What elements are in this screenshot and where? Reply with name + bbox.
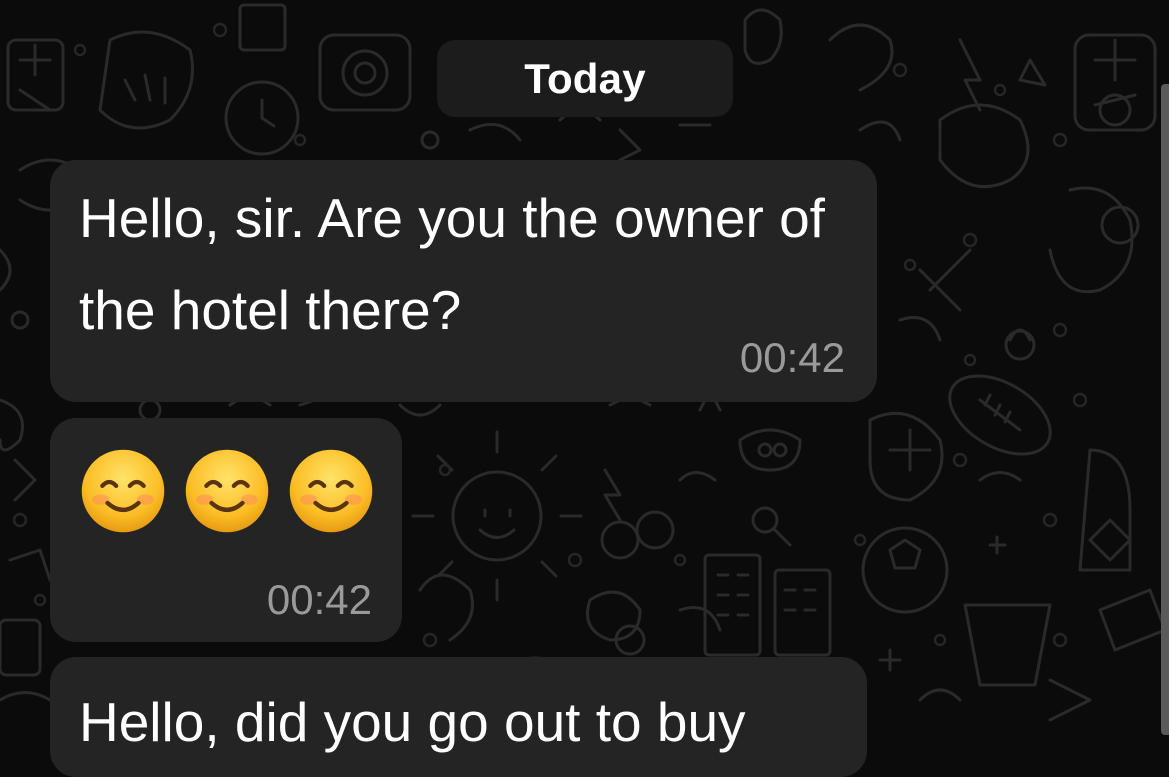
smiling-face-emoji [185, 449, 269, 533]
emoji-row [80, 448, 374, 534]
smiling-face-emoji [289, 449, 373, 533]
scrollbar[interactable] [1161, 84, 1169, 735]
smiling-face-emoji [81, 449, 165, 533]
message-bubble[interactable]: Hello, sir. Are you the owner of the hot… [50, 160, 877, 402]
message-bubble[interactable]: Hello, did you go out to buy [50, 657, 867, 777]
message-timestamp: 00:42 [739, 334, 845, 381]
message-bubble[interactable]: 00:42 [50, 418, 402, 642]
message-text: Hello, did you go out to buy [79, 691, 746, 753]
message-text: Hello, sir. Are you the owner of the hot… [79, 187, 825, 341]
message-timestamp: 00:42 [266, 576, 372, 623]
date-separator: Today [437, 40, 733, 117]
